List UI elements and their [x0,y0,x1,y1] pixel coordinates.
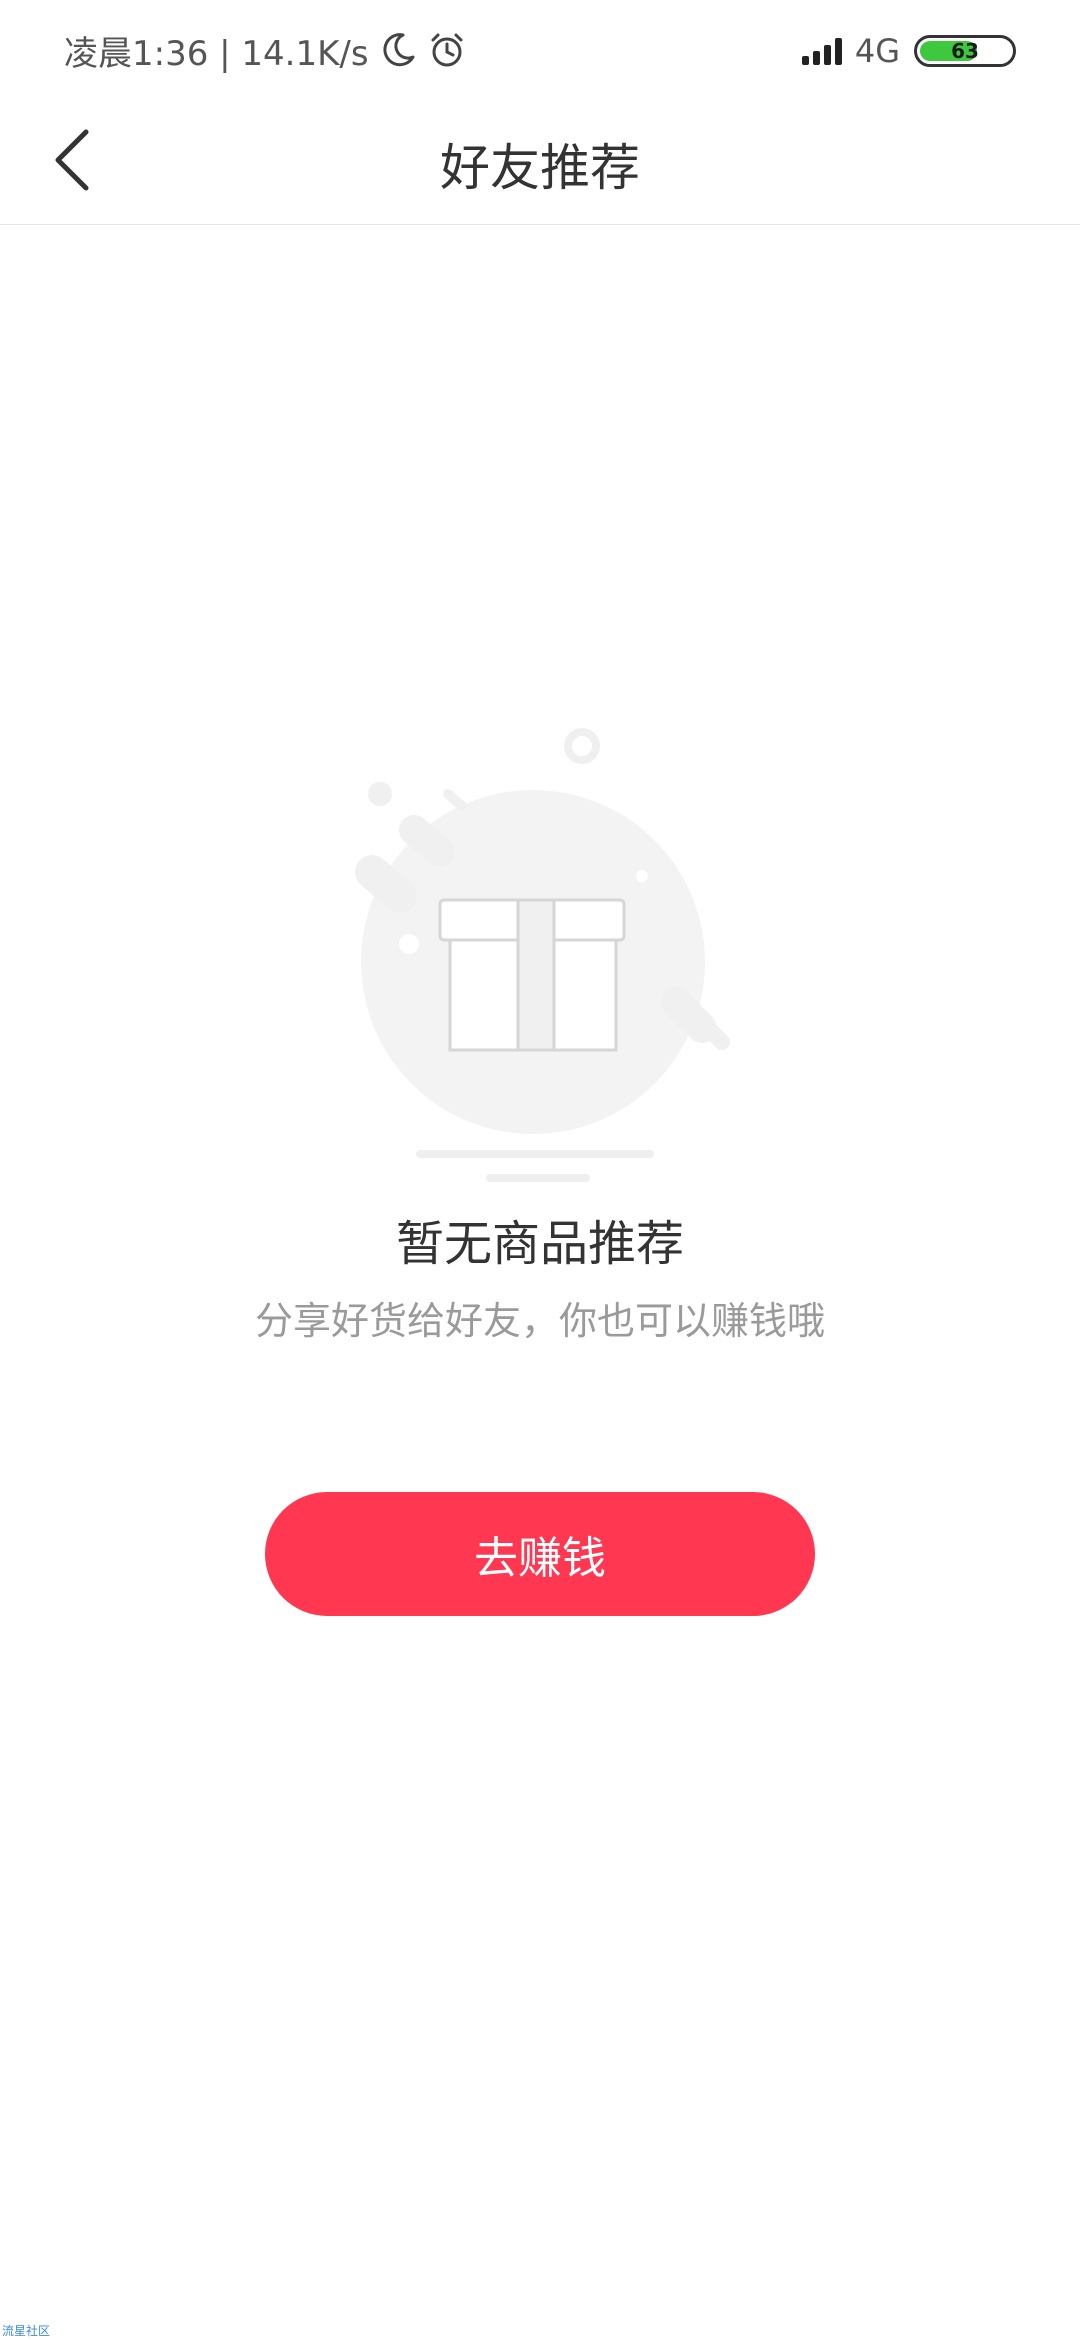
page-title: 好友推荐 [440,139,640,197]
alarm-icon [427,30,467,70]
empty-title: 暂无商品推荐 [395,1216,684,1272]
signal-icon [801,36,847,66]
earn-money-button[interactable]: 去赚钱 [265,1492,815,1616]
battery-icon: 63 [914,35,1016,67]
status-bar: 凌晨1:36 | 14.1K/s 4G 63 [0,0,1080,100]
empty-subtitle: 分享好货给好友，你也可以赚钱哦 [254,1299,825,1343]
battery-level: 63 [951,39,979,63]
moon-icon [379,31,417,69]
status-left: 凌晨1:36 | 14.1K/s [64,22,467,78]
gift-box-icon [330,712,750,1192]
status-time: 凌晨1:36 | 14.1K/s [64,33,369,74]
network-label: 4G [854,32,900,70]
status-right: 4G 63 [801,26,1016,76]
header: 好友推荐 [0,100,1080,225]
watermark: 流星社区 [2,2324,51,2338]
